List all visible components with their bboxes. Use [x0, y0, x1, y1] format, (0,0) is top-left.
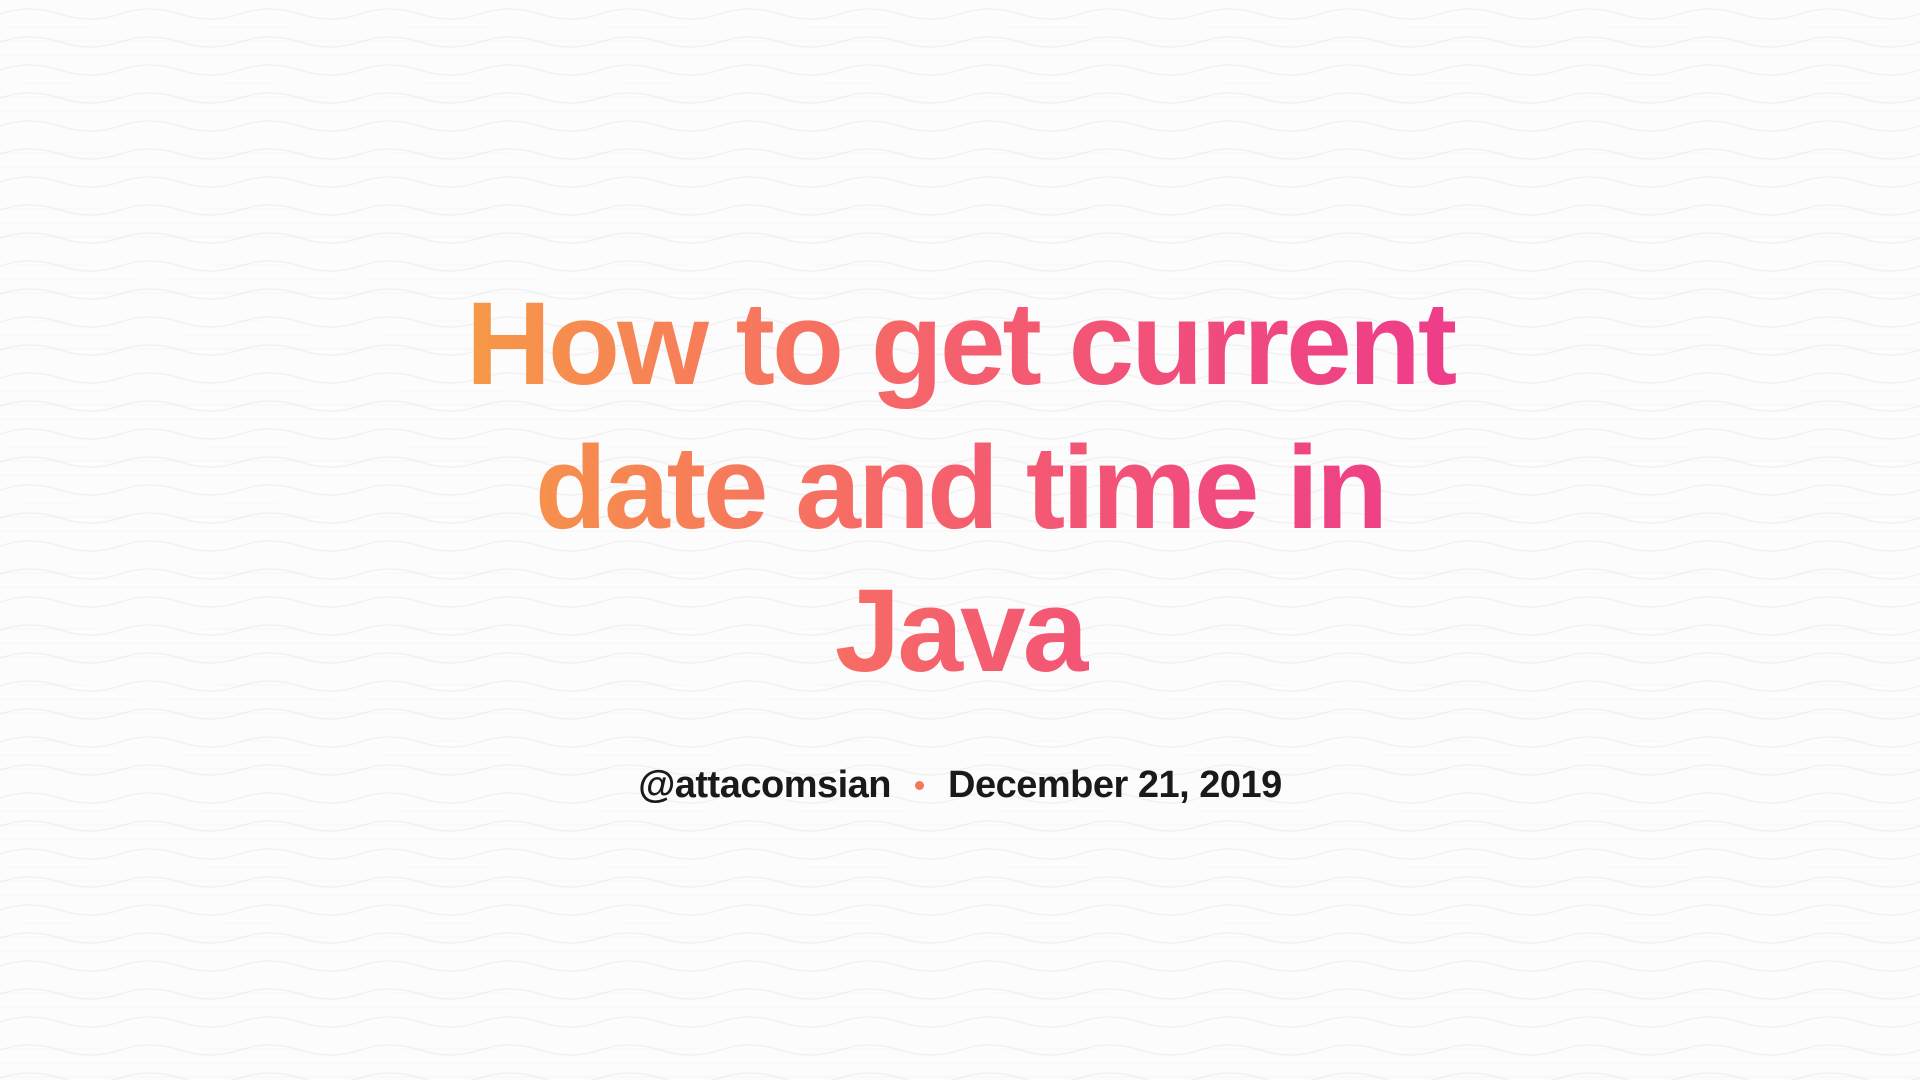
meta-row: @attacomsian December 21, 2019	[420, 764, 1500, 807]
page-title: How to get current date and time in Java	[420, 273, 1500, 705]
author-handle: @attacomsian	[638, 764, 891, 807]
publish-date: December 21, 2019	[948, 764, 1282, 807]
card-content: How to get current date and time in Java…	[360, 273, 1560, 808]
dot-separator-icon	[915, 781, 924, 790]
